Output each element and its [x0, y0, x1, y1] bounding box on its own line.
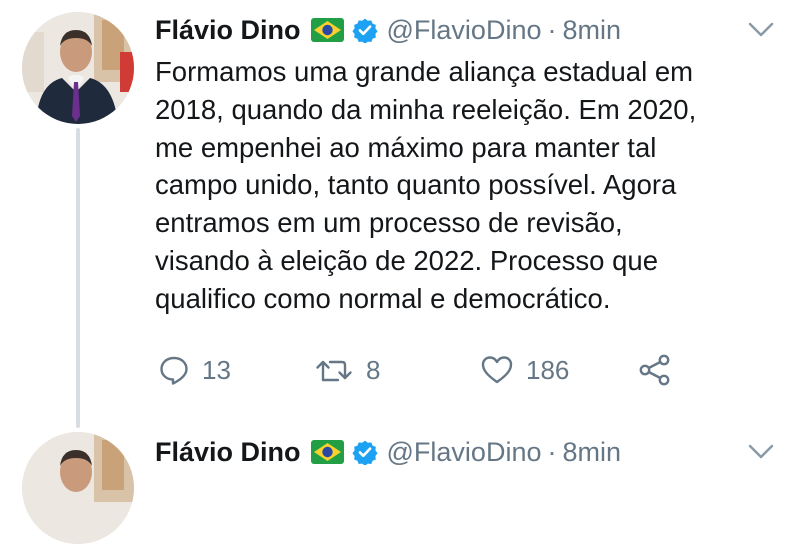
tweet[interactable]: Flávio Dino @FlavioDino · 8min — [0, 418, 800, 544]
timestamp[interactable]: 8min — [562, 437, 621, 468]
share-button[interactable] — [638, 350, 672, 390]
tweet-header: Flávio Dino @FlavioDino · 8min — [155, 432, 621, 472]
author-name[interactable]: Flávio Dino — [155, 15, 301, 46]
reply-icon — [160, 356, 188, 385]
like-button[interactable]: 186 — [480, 350, 569, 390]
tweet[interactable]: Flávio Dino @FlavioDino · 8min Formamos … — [0, 0, 800, 428]
brazil-flag-icon — [310, 18, 344, 42]
author-handle[interactable]: @FlavioDino — [387, 15, 542, 46]
verified-badge-icon — [351, 439, 378, 466]
avatar-photo — [22, 432, 134, 544]
heart-icon — [481, 356, 513, 384]
reply-count: 13 — [202, 354, 231, 385]
separator-dot: · — [547, 14, 557, 45]
tweet-text: Formamos uma grande aliança estadual em … — [155, 56, 697, 314]
like-count: 186 — [526, 354, 570, 385]
share-icon — [639, 354, 670, 386]
separator-dot: · — [547, 436, 557, 467]
retweet-count: 8 — [366, 354, 381, 385]
chevron-down-icon[interactable] — [748, 444, 774, 460]
brazil-flag-icon — [310, 440, 344, 464]
tweet-header: Flávio Dino @FlavioDino · 8min — [155, 10, 621, 50]
avatar[interactable] — [22, 12, 134, 124]
timestamp[interactable]: 8min — [562, 15, 621, 46]
author-handle[interactable]: @FlavioDino — [387, 437, 542, 468]
verified-badge-icon — [351, 17, 378, 44]
retweet-button[interactable]: 8 — [314, 350, 380, 390]
chevron-down-icon[interactable] — [748, 22, 774, 38]
avatar[interactable] — [22, 432, 134, 544]
reply-button[interactable]: 13 — [158, 350, 231, 390]
author-name[interactable]: Flávio Dino — [155, 437, 301, 468]
retweet-icon — [316, 360, 352, 382]
avatar-photo — [22, 12, 134, 124]
tweet-actions: 13 8 186 — [0, 350, 800, 390]
